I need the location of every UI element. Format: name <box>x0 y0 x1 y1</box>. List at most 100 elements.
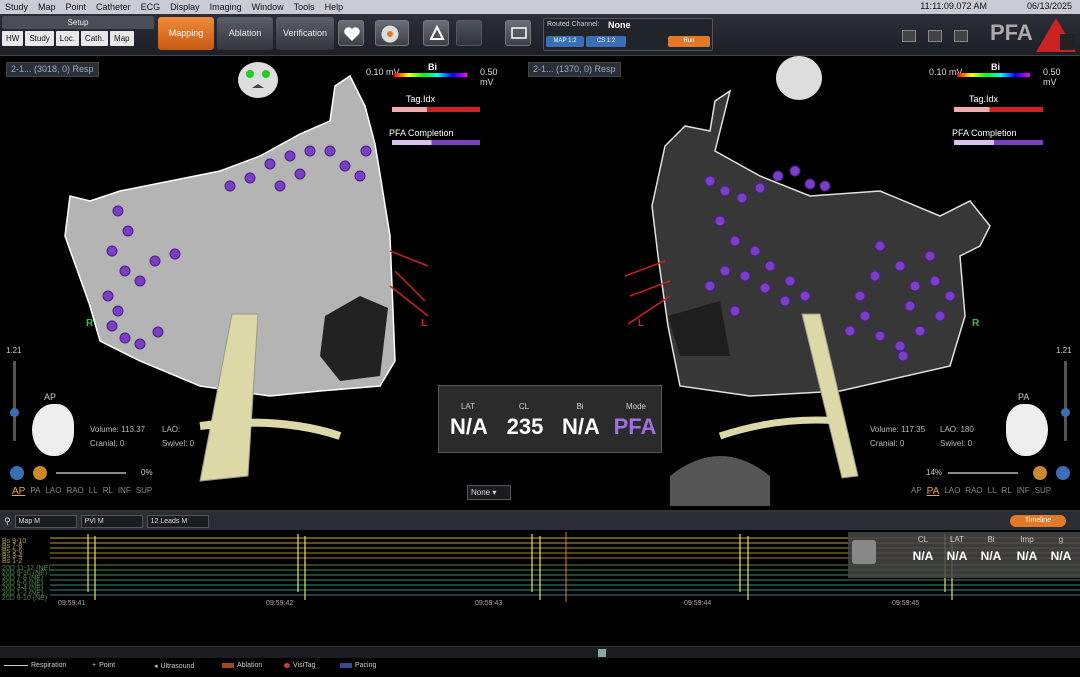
overlay-bi-header: Bi <box>576 402 584 411</box>
ecg-scrollbar[interactable] <box>0 646 1080 658</box>
left-map-dropdown[interactable]: None ▾ <box>467 485 511 500</box>
left-view-buttons: AP PA LAO RAO LL RL INF SUP <box>12 486 152 497</box>
menu-tools[interactable]: Tools <box>289 2 320 12</box>
routed-channel-label: Routed Channel: <box>547 21 600 28</box>
left-zoom-slider[interactable] <box>10 361 19 441</box>
monitor-icon <box>902 30 916 42</box>
right-lao: LAO: 180 <box>940 425 974 434</box>
right-zoom-slider[interactable] <box>1061 361 1070 441</box>
right-opacity-slider[interactable] <box>948 472 1018 474</box>
menu-study[interactable]: Study <box>0 2 33 12</box>
right-view-label: PA <box>1018 392 1030 402</box>
view-rl[interactable]: RL <box>1002 486 1012 497</box>
readout-lat-header: LAT <box>949 535 965 544</box>
right-orient-left: L <box>638 318 645 329</box>
menu-window[interactable]: Window <box>247 2 289 12</box>
view-lao[interactable]: LAO <box>944 486 960 497</box>
menu-display[interactable]: Display <box>165 2 205 12</box>
view-inf[interactable]: INF <box>118 486 131 497</box>
setup-cath-button[interactable]: Cath. <box>80 31 109 46</box>
device-icon <box>928 30 942 42</box>
time-tick: 09:59:41 <box>58 600 86 607</box>
menu-point[interactable]: Point <box>61 2 92 12</box>
menu-map[interactable]: Map <box>33 2 61 12</box>
readout-bi-header: Bi <box>987 535 995 544</box>
cs-chip[interactable]: CS 1:2 <box>586 36 626 47</box>
ecg-leads-select[interactable]: 12 Leads M <box>146 514 209 528</box>
view-ap[interactable]: AP <box>12 486 25 497</box>
overlay-lat-value: N/A <box>450 414 488 439</box>
legend-point: + Point <box>92 662 116 669</box>
view-ll[interactable]: LL <box>89 486 98 497</box>
menu-imaging[interactable]: Imaging <box>205 2 247 12</box>
shield-icon[interactable] <box>423 20 449 46</box>
view-rao[interactable]: RAO <box>66 486 83 497</box>
menu-ecg[interactable]: ECG <box>136 2 166 12</box>
view-rao[interactable]: RAO <box>965 486 982 497</box>
routed-channel-value: None <box>608 20 631 30</box>
run-chip[interactable]: Run <box>668 36 710 47</box>
trace-label: 20D 9-10 (NE) <box>2 595 48 602</box>
screen-icon[interactable] <box>505 20 531 46</box>
readout-cl-value: N/A <box>912 549 934 563</box>
clock-date: 06/13/2025 <box>1026 1 1072 11</box>
menu-bar: Study Map Point Catheter ECG Display Ima… <box>0 0 1080 14</box>
setup-hw-button[interactable]: HW <box>2 31 24 46</box>
setup-loc-button[interactable]: Loc. <box>55 31 79 46</box>
left-opacity-slider[interactable] <box>56 472 126 474</box>
legend-pacing: Pacing <box>340 662 376 669</box>
heart-icon[interactable] <box>338 20 364 46</box>
view-inf[interactable]: INF <box>1017 486 1030 497</box>
view-lao[interactable]: LAO <box>45 486 61 497</box>
layers-icon[interactable] <box>456 20 482 46</box>
pin-icon[interactable]: ⚲ <box>4 516 11 527</box>
tab-ablation[interactable]: Ablation <box>217 17 273 50</box>
left-orient-left: L <box>421 318 428 329</box>
tab-verification[interactable]: Verification <box>276 17 334 50</box>
scroll-thumb[interactable] <box>598 649 606 657</box>
menu-help[interactable]: Help <box>320 2 349 12</box>
menu-catheter[interactable]: Catheter <box>91 2 136 12</box>
toolbar: Setup HW Study Loc. Cath. Map Mapping Ab… <box>0 14 1080 56</box>
view-sup[interactable]: SUP <box>1035 486 1051 497</box>
left-rotate-icon[interactable] <box>10 466 24 480</box>
ecg-toolbar: ⚲ Map M PVI M 12 Leads M Timeline <box>0 512 1080 530</box>
catheter-readout-overlay[interactable]: LAT CL Bi Mode N/A 235 N/A PFA <box>438 385 662 453</box>
tab-mapping[interactable]: Mapping <box>158 17 214 50</box>
clock-time: 11:11:09.072 AM <box>920 1 987 11</box>
legend-ablation: Ablation <box>222 662 262 669</box>
overlay-cl-value: 235 <box>506 414 544 439</box>
view-pa[interactable]: PA <box>927 486 940 497</box>
timeline-button[interactable]: Timeline <box>1010 515 1066 527</box>
map-chip[interactable]: MAP 1:2 <box>546 36 584 47</box>
readout-imp-value: N/A <box>1016 549 1038 563</box>
readout-icon[interactable] <box>852 540 876 564</box>
view-ll[interactable]: LL <box>988 486 997 497</box>
right-cranial: Cranial: 0 <box>870 439 905 448</box>
cable-icon <box>954 30 968 42</box>
setup-map-button[interactable]: Map <box>110 31 134 46</box>
view-rl[interactable]: RL <box>103 486 113 497</box>
readout-imp-header: Imp <box>1020 535 1034 544</box>
left-opacity-icon[interactable] <box>33 466 47 480</box>
ecg-pvi-select[interactable]: PVI M <box>80 514 143 528</box>
view-ap[interactable]: AP <box>911 486 922 497</box>
left-volume: Volume: 113.37 <box>90 425 146 434</box>
overlay-mode-value: PFA <box>613 414 657 439</box>
setup-study-button[interactable]: Study <box>25 31 54 46</box>
right-swivel: Swivel: 0 <box>940 439 973 448</box>
left-swivel: Swivel: 0 <box>162 439 195 448</box>
right-volume: Volume: 117.35 <box>870 425 926 434</box>
trace-label: Bs 1-2 <box>2 558 23 565</box>
right-orient-right: R <box>972 318 980 329</box>
ecg-map-select[interactable]: Map M <box>14 514 77 528</box>
status-legend: Respiration + Point ◂ Ultrasound Ablation … <box>0 660 1080 677</box>
right-view-buttons: AP PA LAO RAO LL RL INF SUP <box>911 486 1051 497</box>
left-zoom-value: 1.21 <box>6 346 22 355</box>
compass-icon[interactable] <box>375 20 409 46</box>
right-heart-orientation-icon <box>1006 404 1048 456</box>
right-rotate-icon[interactable] <box>1056 466 1070 480</box>
right-opacity-icon[interactable] <box>1033 466 1047 480</box>
view-sup[interactable]: SUP <box>136 486 152 497</box>
view-pa[interactable]: PA <box>30 486 40 497</box>
